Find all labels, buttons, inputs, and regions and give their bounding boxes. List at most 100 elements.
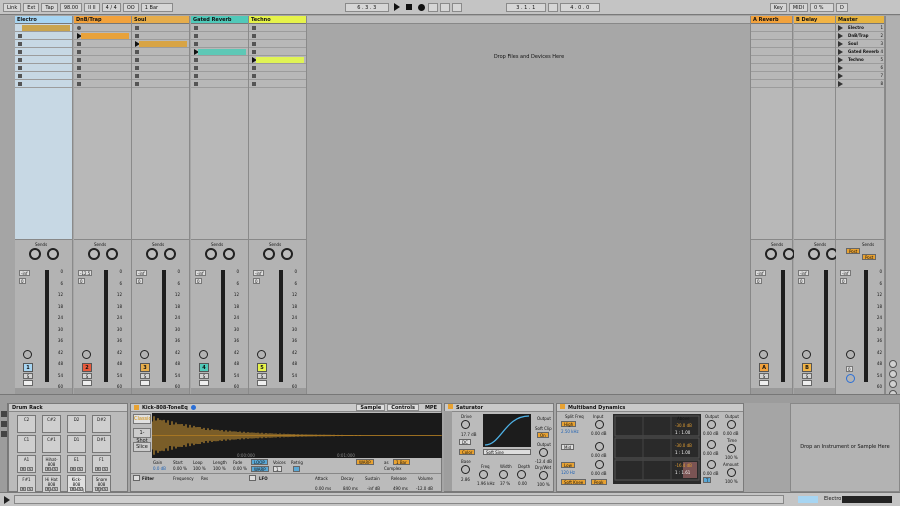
link-button[interactable]: Link [3, 2, 22, 12]
drum-pad[interactable]: E1 M S [67, 455, 86, 473]
clip-stop-icon[interactable] [77, 74, 81, 78]
clip-stop-icon[interactable] [18, 82, 22, 86]
arm-button[interactable] [199, 380, 209, 386]
clip-stop-icon[interactable] [18, 42, 22, 46]
base-value[interactable]: 2.86 [461, 477, 470, 482]
clip-stop-icon[interactable] [77, 58, 81, 62]
scene-slot[interactable]: Soul 3 [836, 40, 884, 48]
volume-field[interactable]: -inf [253, 270, 264, 276]
solo-button[interactable]: S [23, 373, 33, 379]
fade-value[interactable]: 0.00 % [233, 466, 247, 471]
return-header-a[interactable]: A Reverb [751, 16, 792, 24]
clip-slot[interactable] [15, 32, 72, 40]
key-map-button[interactable]: Key [769, 2, 787, 12]
softclip-button[interactable]: On [537, 432, 549, 438]
classic-mode-button[interactable]: Classic [133, 414, 151, 424]
arrangement-position-field[interactable]: 6 . 3 . 3 [344, 2, 389, 12]
clip-stop-icon[interactable] [194, 34, 198, 38]
sends-section-toggle[interactable] [889, 380, 897, 388]
track-header-soul[interactable]: Soul [132, 16, 189, 24]
scene-launch-icon[interactable] [838, 49, 843, 55]
track-activator-button[interactable]: 5 [257, 363, 267, 372]
warp-mode-select[interactable]: Complex [384, 466, 402, 471]
output-knob[interactable] [539, 448, 548, 457]
clip[interactable] [22, 25, 70, 31]
depth-value[interactable]: 0.00 [518, 481, 527, 486]
send-a-knob[interactable] [88, 248, 100, 260]
input-knob-high[interactable] [595, 420, 604, 429]
scene-name[interactable]: Techno [848, 57, 864, 62]
clip-slot[interactable] [191, 48, 248, 56]
clip-slot[interactable] [191, 64, 248, 72]
master-output-knob[interactable] [727, 420, 736, 429]
scene-slot[interactable]: DnB/Trap 2 [836, 32, 884, 40]
voices-select[interactable]: 1 [273, 466, 282, 472]
low-split-value[interactable]: 120 Hz [561, 470, 575, 475]
return-header-b[interactable]: B Delay [794, 16, 835, 24]
clip-stop-icon[interactable] [18, 66, 22, 70]
send-a-knob[interactable] [765, 248, 777, 260]
scene-slot[interactable]: Gated Reverb 4 [836, 48, 884, 56]
arm-button[interactable] [140, 380, 150, 386]
quantization-menu[interactable]: 1 Bar [140, 2, 173, 12]
clip-slot[interactable] [74, 80, 131, 88]
warp-bars-field[interactable]: 1 Bar [393, 459, 410, 465]
mixer-section-toggle[interactable] [889, 360, 897, 368]
clip-stop-icon[interactable] [194, 82, 198, 86]
pad-mute-button[interactable]: M [20, 487, 26, 491]
pan-field[interactable]: 0 [19, 278, 26, 284]
scene-launch-icon[interactable] [838, 73, 843, 79]
volume-field[interactable]: -inf [798, 270, 809, 276]
clip-slot[interactable] [132, 56, 189, 64]
master-pan-field[interactable]: 0 [840, 278, 847, 284]
solo-button[interactable]: S [82, 373, 92, 379]
drum-pad[interactable]: C#1 [42, 435, 61, 453]
clip-slot[interactable] [132, 72, 189, 80]
clip-slot[interactable] [132, 40, 189, 48]
clip-slot[interactable] [132, 32, 189, 40]
track-header-techno[interactable]: Techno [249, 16, 306, 24]
clip-stop-icon[interactable] [135, 34, 139, 38]
send-b-knob[interactable] [47, 248, 59, 260]
clip-slot[interactable] [74, 56, 131, 64]
drum-pad[interactable]: C1 [17, 435, 36, 453]
pad-solo-button[interactable]: S [77, 487, 83, 491]
drum-pad[interactable]: Hihat-808 ClosedMS [42, 455, 61, 473]
output-knob-low[interactable] [707, 460, 716, 469]
send-a-knob[interactable] [146, 248, 158, 260]
chain-toggle-icon[interactable] [1, 411, 7, 417]
scene-slot[interactable]: Electro 1 [836, 24, 884, 32]
nudge-buttons[interactable]: II II [84, 2, 100, 12]
clip-slot[interactable] [249, 64, 306, 72]
clip-stop-icon[interactable] [252, 82, 256, 86]
clip[interactable] [81, 33, 129, 39]
master-header[interactable]: Master [836, 16, 884, 24]
pad-mute-button[interactable]: M [20, 467, 26, 471]
clip-slot[interactable] [15, 80, 72, 88]
arm-button[interactable] [23, 380, 33, 386]
drywet-value[interactable]: 100 % [537, 482, 550, 487]
clip-slot[interactable] [249, 72, 306, 80]
loop-value[interactable]: 100 % [193, 466, 206, 471]
clip-stop-icon[interactable] [135, 50, 139, 54]
above-ratio-high[interactable]: 1 : 1.00 [675, 430, 690, 435]
time-value[interactable]: 100 % [725, 455, 738, 460]
pan-field[interactable]: 0 [136, 278, 143, 284]
track-header-gated[interactable]: Gated Reverb [191, 16, 248, 24]
scene-slot[interactable]: 6 [836, 64, 884, 72]
pad-mute-button[interactable]: M [95, 487, 101, 491]
cue-knob[interactable] [846, 374, 855, 383]
warp-button[interactable]: WARP [356, 459, 374, 465]
scene-name[interactable]: Electro [848, 25, 864, 30]
time-knob[interactable] [727, 444, 736, 453]
clip-slot[interactable] [15, 48, 72, 56]
clip-slot[interactable] [191, 56, 248, 64]
clip-slot[interactable] [191, 80, 248, 88]
above-threshold-mid[interactable]: -30.0 dB [675, 443, 692, 448]
amount-knob[interactable] [727, 468, 736, 477]
arm-button[interactable] [257, 380, 267, 386]
loop-switch[interactable] [547, 2, 558, 12]
output-value-mid[interactable]: 0.00 dB [703, 451, 718, 456]
clip-stop-icon[interactable] [194, 66, 198, 70]
hotswap-icon[interactable] [190, 405, 196, 410]
